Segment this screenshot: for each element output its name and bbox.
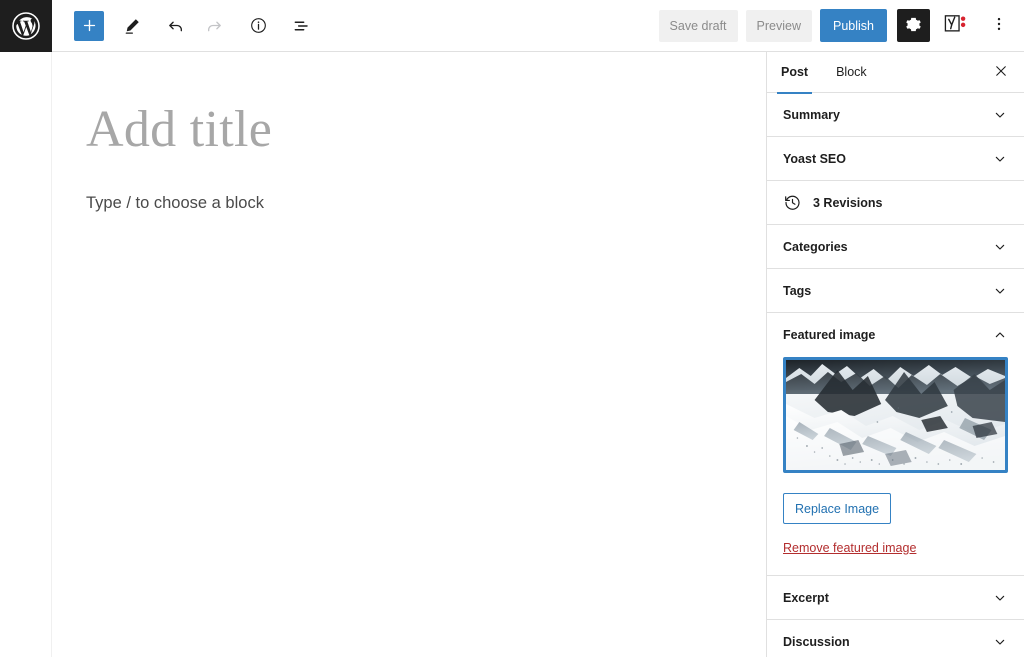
primary-toolbar-right: Save draft Preview Publish bbox=[658, 0, 1024, 51]
replace-image-button[interactable]: Replace Image bbox=[783, 493, 892, 524]
chevron-up-icon bbox=[992, 327, 1008, 343]
panel-label-summary: Summary bbox=[783, 107, 840, 122]
chevron-down-icon bbox=[992, 107, 1008, 123]
editor-canvas[interactable]: Add title Type / to choose a block bbox=[52, 52, 766, 657]
panel-label-discussion: Discussion bbox=[783, 634, 850, 649]
publish-button[interactable]: Publish bbox=[820, 9, 887, 42]
sidebar-tab-bar: Post Block bbox=[767, 52, 1024, 94]
chevron-down-icon bbox=[992, 634, 1008, 650]
paragraph-block-placeholder[interactable]: Type / to choose a block bbox=[86, 190, 732, 216]
close-icon bbox=[993, 63, 1009, 82]
editor-content-wrapper: Add title Type / to choose a block bbox=[52, 52, 732, 216]
settings-sidebar: Post Block Summary Yoast SEO 3 Revisions… bbox=[766, 52, 1024, 657]
panel-label-featured-image: Featured image bbox=[783, 328, 876, 342]
close-sidebar-button[interactable] bbox=[984, 55, 1018, 89]
save-draft-button[interactable]: Save draft bbox=[658, 9, 738, 42]
gear-icon bbox=[905, 16, 922, 36]
wordpress-editor-window: Save draft Preview Publish Add title Typ… bbox=[0, 0, 1024, 657]
editor-top-bar: Save draft Preview Publish bbox=[0, 0, 1024, 52]
panel-label-yoast-seo: Yoast SEO bbox=[783, 151, 846, 166]
sidebar-panel-revisions[interactable]: 3 Revisions bbox=[767, 181, 1024, 225]
chevron-down-icon bbox=[992, 590, 1008, 606]
featured-image-thumbnail bbox=[786, 360, 1005, 470]
wordpress-logo-icon bbox=[11, 11, 41, 41]
details-info-button[interactable] bbox=[240, 8, 276, 44]
more-options-button[interactable] bbox=[982, 9, 1016, 43]
tab-post[interactable]: Post bbox=[767, 52, 822, 94]
tab-block[interactable]: Block bbox=[822, 52, 881, 93]
left-rail bbox=[0, 52, 52, 657]
panel-label-categories: Categories bbox=[783, 239, 848, 254]
chevron-down-icon bbox=[992, 151, 1008, 167]
yoast-seo-button[interactable] bbox=[938, 9, 972, 43]
sidebar-panel-featured-image-header[interactable]: Featured image bbox=[767, 313, 1024, 357]
featured-image-panel-body: Replace Image Remove featured image bbox=[767, 357, 1024, 576]
preview-button[interactable]: Preview bbox=[745, 9, 812, 42]
panel-label-tags: Tags bbox=[783, 283, 812, 298]
panel-label-revisions: 3 Revisions bbox=[813, 195, 883, 210]
sidebar-panel-excerpt[interactable]: Excerpt bbox=[767, 576, 1024, 620]
sidebar-panel-discussion[interactable]: Discussion bbox=[767, 620, 1024, 657]
settings-sidebar-toggle[interactable] bbox=[897, 9, 930, 42]
add-block-button[interactable] bbox=[74, 10, 104, 41]
chevron-down-icon bbox=[992, 239, 1008, 255]
redo-button bbox=[196, 8, 232, 44]
undo-button[interactable] bbox=[158, 8, 194, 44]
yoast-seo-icon bbox=[944, 13, 967, 39]
sidebar-panels: Summary Yoast SEO 3 Revisions Categories… bbox=[767, 93, 1024, 657]
editor-body: Add title Type / to choose a block Post … bbox=[0, 52, 1024, 657]
sidebar-panel-yoast-seo[interactable]: Yoast SEO bbox=[767, 137, 1024, 181]
panel-label-excerpt: Excerpt bbox=[783, 590, 829, 605]
list-view-icon-button[interactable] bbox=[284, 8, 320, 44]
sidebar-panel-categories[interactable]: Categories bbox=[767, 225, 1024, 269]
featured-image-thumbnail-button[interactable] bbox=[783, 357, 1008, 473]
remove-featured-image-link[interactable]: Remove featured image bbox=[783, 541, 916, 555]
sidebar-panel-tags[interactable]: Tags bbox=[767, 269, 1024, 313]
wordpress-logo-button[interactable] bbox=[0, 0, 52, 52]
revision-history-icon bbox=[783, 193, 802, 212]
post-title-input[interactable]: Add title bbox=[86, 100, 732, 160]
chevron-down-icon bbox=[992, 283, 1008, 299]
sidebar-panel-summary[interactable]: Summary bbox=[767, 93, 1024, 137]
kebab-menu-icon bbox=[990, 15, 1008, 36]
tools-pencil-button[interactable] bbox=[114, 8, 150, 44]
primary-toolbar-left bbox=[52, 0, 320, 51]
